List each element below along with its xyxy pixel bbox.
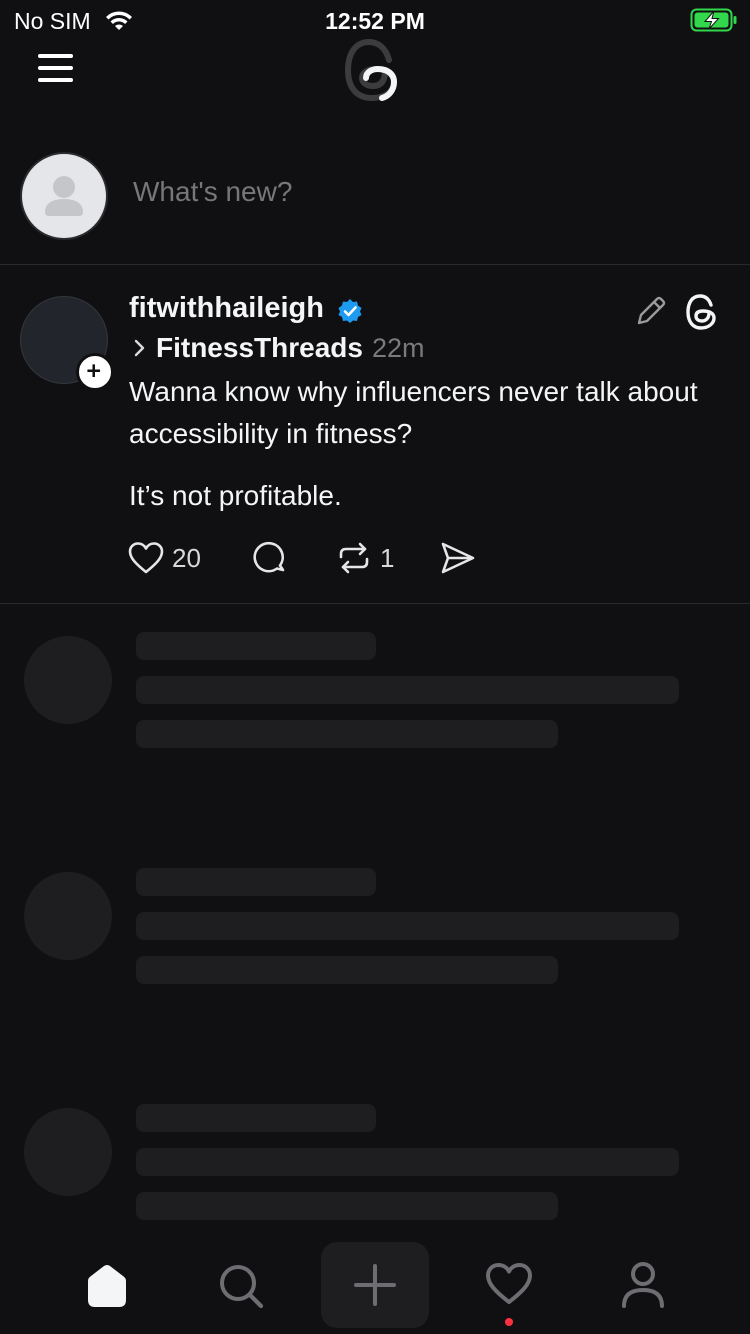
activity-heart-icon[interactable] (485, 1262, 533, 1306)
status-bar: No SIM 12:52 PM (0, 0, 750, 40)
skeleton-line (136, 912, 679, 940)
skeleton-avatar (24, 636, 112, 724)
skeleton-line (136, 676, 679, 704)
comment-button[interactable] (252, 536, 288, 580)
repost-button[interactable]: 1 (336, 536, 394, 580)
search-icon[interactable] (217, 1262, 265, 1310)
skeleton-line (136, 632, 376, 660)
community-row[interactable]: FitnessThreads 22m (132, 328, 424, 368)
battery-charging-icon (690, 8, 737, 32)
home-icon[interactable] (84, 1262, 130, 1308)
share-button[interactable] (440, 536, 476, 580)
profile-icon[interactable] (620, 1260, 666, 1310)
chevron-right-icon (134, 339, 145, 357)
skeleton-avatar (24, 872, 112, 960)
skeleton-line (136, 1192, 558, 1220)
skeleton-line (136, 1104, 376, 1132)
post-text-line1: Wanna know why influencers never talk ab… (129, 376, 698, 449)
like-count: 20 (172, 542, 201, 573)
new-post-button[interactable] (321, 1242, 429, 1328)
repost-count: 1 (380, 542, 395, 573)
pencil-icon[interactable] (634, 294, 668, 328)
post-time: 22m (371, 332, 425, 363)
plus-icon (354, 1264, 396, 1306)
default-avatar-icon (45, 176, 83, 216)
current-user-avatar[interactable] (20, 152, 108, 240)
notification-dot (505, 1318, 513, 1326)
skeleton-line (136, 1148, 679, 1176)
compose-input[interactable]: What's new? (133, 176, 713, 216)
threads-logo-icon[interactable] (342, 36, 406, 104)
send-icon (441, 542, 475, 574)
repost-icon (339, 542, 369, 574)
skeleton-line (136, 720, 558, 748)
heart-icon (128, 542, 164, 574)
skeleton-line (136, 956, 558, 984)
menu-icon[interactable] (36, 50, 76, 86)
threads-icon[interactable] (684, 292, 720, 332)
follow-plus-icon[interactable] (76, 353, 114, 391)
divider (0, 603, 750, 604)
divider (0, 264, 750, 265)
status-time: 12:52 PM (325, 8, 425, 34)
post-username[interactable]: fitwithhaileigh (129, 292, 324, 325)
community-name[interactable]: FitnessThreads (156, 332, 363, 364)
post-text-line2: It’s not profitable. (129, 480, 342, 511)
bottom-nav (0, 1240, 750, 1334)
verified-badge-icon (338, 299, 362, 323)
skeleton-line (136, 868, 376, 896)
comment-icon (253, 541, 285, 573)
skeleton-avatar (24, 1108, 112, 1196)
like-button[interactable]: 20 (128, 536, 201, 580)
